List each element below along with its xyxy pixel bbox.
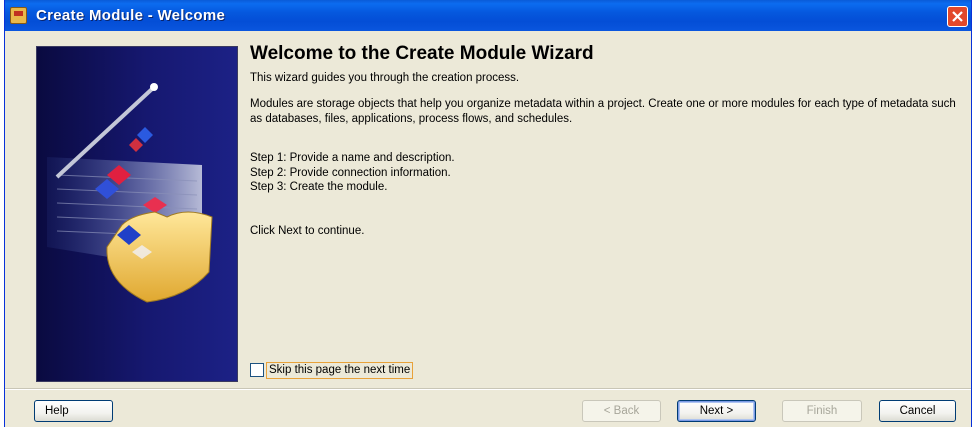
wizard-window: Create Module - Welcome Welcome to the C… [4, 0, 972, 427]
step-item: Step 3: Create the module. [250, 181, 388, 193]
intro-text: This wizard guides you through the creat… [250, 72, 520, 84]
back-button[interactable]: < Back [582, 400, 661, 422]
next-button[interactable]: Next > [677, 400, 756, 422]
step-item: Step 1: Provide a name and description. [250, 152, 455, 164]
help-button[interactable]: Help [34, 400, 113, 422]
title-bar[interactable]: Create Module - Welcome [5, 0, 971, 31]
skip-page-label[interactable]: Skip this page the next time [266, 362, 414, 379]
finish-button[interactable]: Finish [782, 400, 862, 422]
skip-page-checkbox[interactable] [250, 363, 264, 377]
app-icon [10, 7, 27, 24]
dialog-content: Welcome to the Create Module Wizard This… [5, 31, 971, 427]
continue-text: Click Next to continue. [250, 225, 365, 237]
close-button[interactable] [947, 6, 968, 27]
window-title: Create Module - Welcome [36, 7, 226, 24]
button-separator [5, 388, 971, 390]
step-item: Step 2: Provide connection information. [250, 166, 451, 179]
description-text: Modules are storage objects that help yo… [250, 98, 956, 125]
close-icon [952, 11, 963, 22]
wizard-illustration [36, 46, 238, 382]
page-heading: Welcome to the Create Module Wizard [250, 43, 594, 64]
steps-list: Step 1: Provide a name and description. … [250, 151, 750, 195]
cancel-button[interactable]: Cancel [879, 400, 956, 422]
